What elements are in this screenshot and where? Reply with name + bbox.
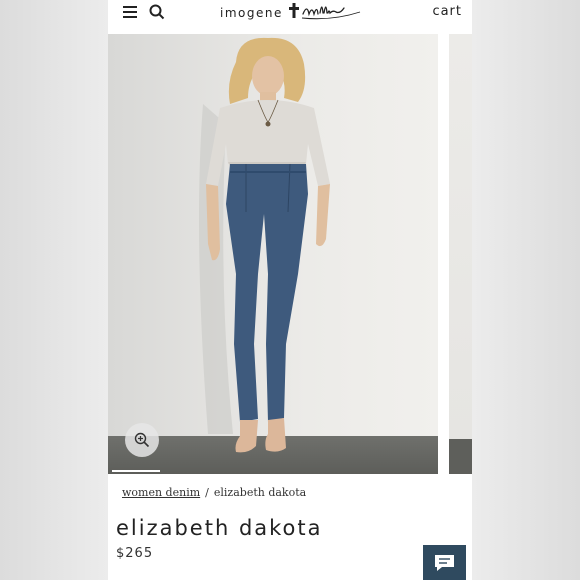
- breadcrumb-current: elizabeth dakota: [213, 486, 307, 499]
- mobile-page: imogene cart women denim / elizabeth dak…: [108, 0, 472, 580]
- chat-button[interactable]: [423, 545, 466, 580]
- slide-progress-indicator: [112, 470, 160, 472]
- product-gallery[interactable]: [108, 34, 472, 474]
- zoom-in-icon: [134, 432, 150, 448]
- breadcrumb: women denim / elizabeth dakota: [122, 486, 306, 499]
- hamburger-menu-icon[interactable]: [123, 6, 137, 18]
- search-icon[interactable]: [149, 4, 165, 20]
- background-right: [472, 0, 580, 580]
- product-price: $265: [116, 546, 154, 561]
- background-left: [0, 0, 108, 580]
- logo[interactable]: imogene: [220, 0, 365, 24]
- site-header: imogene cart: [108, 0, 472, 34]
- chat-icon: [435, 555, 454, 571]
- cart-link[interactable]: cart: [432, 4, 462, 19]
- breadcrumb-link-women-denim[interactable]: women denim: [122, 486, 200, 499]
- breadcrumb-separator: /: [205, 486, 209, 499]
- product-image[interactable]: [108, 34, 438, 474]
- svg-text:imogene: imogene: [220, 6, 283, 20]
- model-illustration: [199, 37, 330, 453]
- zoom-button[interactable]: [125, 423, 159, 457]
- product-title: elizabeth dakota: [116, 516, 323, 540]
- next-image-peek[interactable]: [449, 34, 472, 474]
